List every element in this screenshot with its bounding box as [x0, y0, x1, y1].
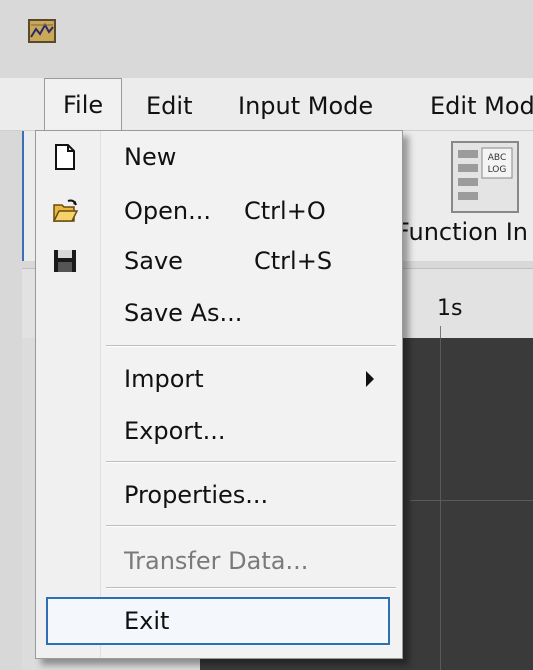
menu-edit-mode[interactable]: Edit Mod	[430, 92, 533, 120]
menu-item-label: Export...	[124, 417, 226, 445]
ruler-tick	[440, 326, 441, 338]
window-titlebar	[0, 0, 533, 78]
menu-item-label: Open...	[124, 197, 211, 225]
menu-item-save-as[interactable]: Save As...	[36, 293, 402, 333]
menu-item-shortcut: Ctrl+S	[254, 247, 333, 275]
plot-gridline-vertical	[440, 338, 441, 670]
menu-input-mode[interactable]: Input Mode	[238, 92, 373, 120]
menu-item-transfer-data: Transfer Data...	[36, 541, 402, 581]
menu-item-import[interactable]: Import	[36, 359, 402, 399]
menu-separator	[106, 345, 396, 347]
file-menu-dropdown: New Open... Ctrl+O Save Ctrl+S Save As..…	[35, 130, 403, 659]
icon-text-log: LOG	[488, 165, 507, 175]
menu-item-export[interactable]: Export...	[36, 411, 402, 451]
function-insert-icon[interactable]: ABC LOG	[450, 140, 520, 214]
plot-gridline-horizontal	[410, 500, 533, 501]
menu-separator	[106, 587, 396, 589]
menu-item-label: Properties...	[124, 481, 269, 509]
submenu-arrow-icon	[366, 371, 374, 387]
menu-item-label: Import	[124, 365, 204, 393]
new-file-icon	[55, 144, 75, 170]
menu-item-save[interactable]: Save Ctrl+S	[36, 241, 402, 281]
open-folder-icon	[52, 199, 78, 222]
menu-file[interactable]: File	[44, 78, 123, 130]
menu-item-label: Save	[124, 247, 183, 275]
menu-separator	[106, 525, 396, 527]
ruler-label-1s: 1s	[437, 296, 463, 321]
menu-item-shortcut: Ctrl+O	[244, 197, 326, 225]
menu-item-label: Save As...	[124, 299, 243, 327]
menu-item-properties[interactable]: Properties...	[36, 475, 402, 515]
menu-separator	[106, 461, 396, 463]
function-insert-label[interactable]: Function In	[396, 218, 528, 246]
icon-text-abc: ABC	[488, 153, 506, 163]
menu-item-label: Exit	[124, 607, 170, 635]
save-disk-icon	[54, 250, 76, 272]
menu-edit[interactable]: Edit	[146, 92, 192, 120]
menu-item-new[interactable]: New	[36, 137, 402, 177]
menu-item-exit[interactable]: Exit	[46, 597, 390, 645]
menu-item-label: New	[124, 143, 177, 171]
menubar: File Edit Input Mode Edit Mod	[0, 78, 533, 131]
app-chart-icon[interactable]	[28, 19, 56, 43]
menu-item-label: Transfer Data...	[124, 547, 309, 575]
menu-item-open[interactable]: Open... Ctrl+O	[36, 191, 402, 231]
